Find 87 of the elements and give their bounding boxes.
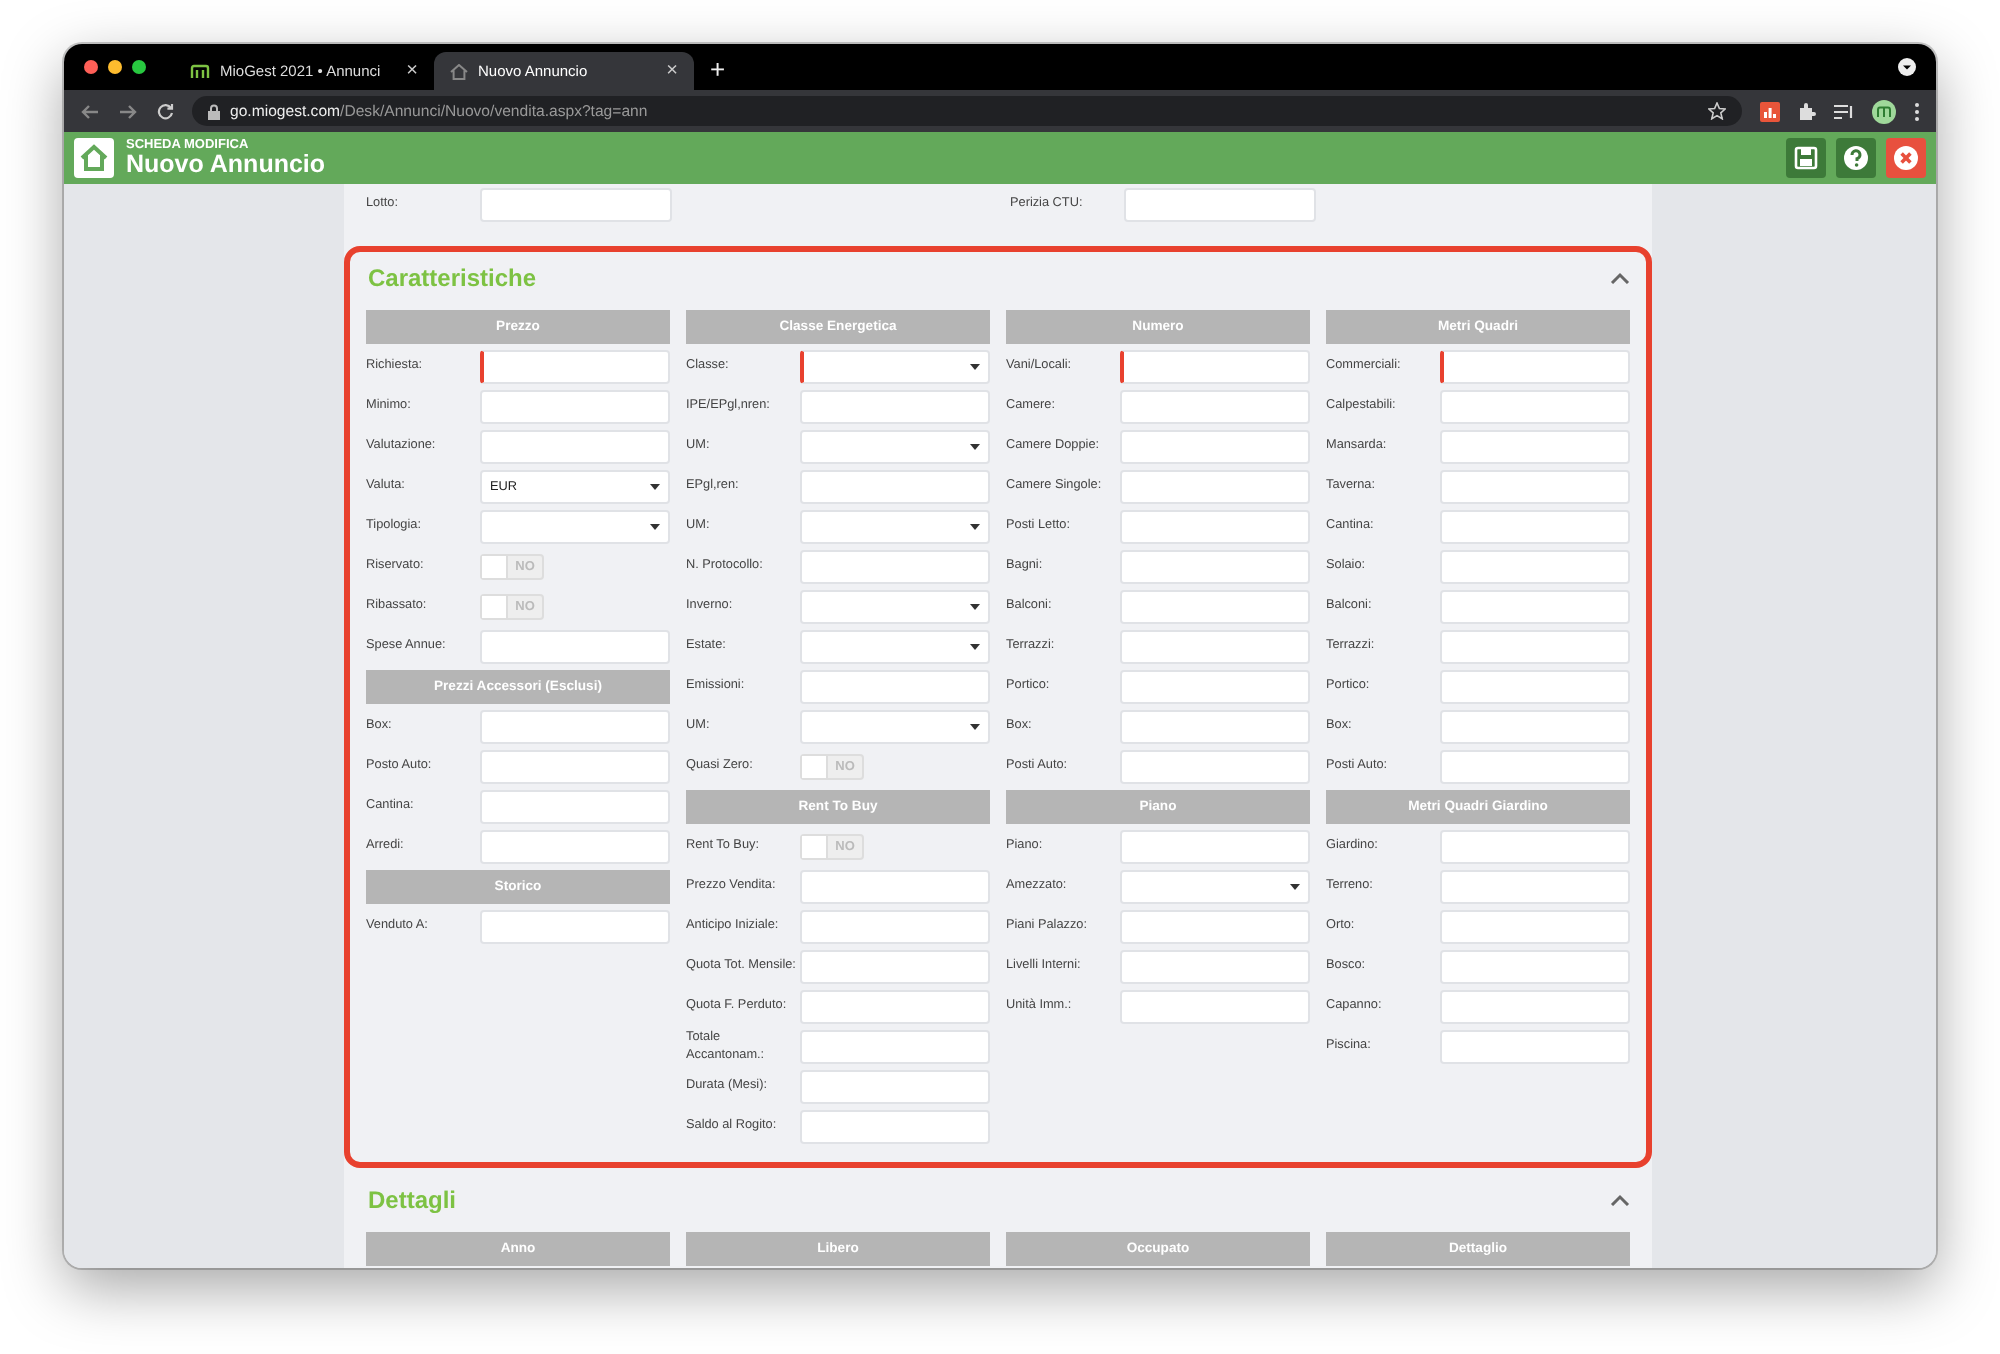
caret-icon bbox=[1290, 884, 1300, 890]
text-field[interactable] bbox=[480, 750, 670, 784]
new-tab-button[interactable]: + bbox=[710, 54, 726, 84]
text-field[interactable] bbox=[800, 870, 990, 904]
text-field[interactable] bbox=[1440, 390, 1630, 424]
text-field[interactable] bbox=[480, 830, 670, 864]
logo-icon bbox=[190, 63, 210, 79]
caret-icon bbox=[970, 444, 980, 450]
caret-icon bbox=[970, 724, 980, 730]
text-field[interactable] bbox=[1440, 670, 1630, 704]
playlist-icon[interactable] bbox=[1834, 103, 1854, 119]
text-field[interactable] bbox=[1440, 870, 1630, 904]
dropdown[interactable] bbox=[800, 350, 990, 384]
caret-icon bbox=[970, 364, 980, 370]
text-field[interactable] bbox=[1120, 950, 1310, 984]
caret-icon bbox=[650, 524, 660, 530]
section-title: Caratteristiche bbox=[368, 263, 537, 291]
text-field[interactable] bbox=[480, 390, 670, 424]
text-field[interactable] bbox=[1440, 510, 1630, 544]
text-field[interactable] bbox=[800, 550, 990, 584]
text-field[interactable] bbox=[800, 670, 990, 704]
text-field[interactable] bbox=[1440, 990, 1630, 1024]
text-field[interactable] bbox=[480, 430, 670, 464]
star-icon[interactable] bbox=[1708, 102, 1726, 120]
text-field[interactable] bbox=[1120, 750, 1310, 784]
text-field[interactable] bbox=[1120, 630, 1310, 664]
text-field[interactable] bbox=[1120, 510, 1310, 544]
caret-icon bbox=[970, 644, 980, 650]
caret-icon bbox=[650, 484, 660, 490]
text-field[interactable] bbox=[1440, 590, 1630, 624]
profile-avatar-icon[interactable] bbox=[1872, 99, 1896, 123]
text-field[interactable] bbox=[1440, 430, 1630, 464]
text-field[interactable] bbox=[1440, 750, 1630, 784]
save-button[interactable] bbox=[1786, 138, 1826, 178]
chevron-icon[interactable] bbox=[1610, 271, 1630, 283]
text-field[interactable] bbox=[1440, 1030, 1630, 1064]
text-field[interactable] bbox=[800, 1070, 990, 1104]
text-field[interactable] bbox=[1120, 590, 1310, 624]
text-field[interactable] bbox=[1120, 550, 1310, 584]
page-title: Nuovo Annuncio bbox=[126, 152, 326, 177]
text-field[interactable] bbox=[1120, 910, 1310, 944]
text-field[interactable] bbox=[1440, 910, 1630, 944]
text-field[interactable] bbox=[1440, 630, 1630, 664]
caret-icon bbox=[970, 604, 980, 610]
extension-icon[interactable] bbox=[1760, 101, 1780, 121]
text-field[interactable] bbox=[1120, 990, 1310, 1024]
text-field[interactable] bbox=[800, 950, 990, 984]
help-button[interactable] bbox=[1836, 138, 1876, 178]
text-field[interactable] bbox=[800, 390, 990, 424]
text-field[interactable] bbox=[1120, 390, 1310, 424]
text-field[interactable] bbox=[1440, 950, 1630, 984]
text-field[interactable] bbox=[1440, 830, 1630, 864]
text-field[interactable] bbox=[1124, 188, 1316, 222]
close-button[interactable] bbox=[1886, 138, 1926, 178]
lock-icon bbox=[208, 103, 220, 119]
forward-icon[interactable] bbox=[118, 103, 138, 119]
menu-icon[interactable] bbox=[1914, 101, 1920, 121]
text-field[interactable] bbox=[800, 1030, 990, 1064]
text-field[interactable] bbox=[480, 710, 670, 744]
house-icon bbox=[450, 63, 468, 79]
text-field[interactable] bbox=[800, 990, 990, 1024]
text-field[interactable] bbox=[1440, 350, 1630, 384]
text-field[interactable] bbox=[1120, 470, 1310, 504]
text-field[interactable] bbox=[480, 188, 672, 222]
back-icon[interactable] bbox=[80, 103, 100, 119]
text-field[interactable] bbox=[1440, 550, 1630, 584]
text-field[interactable] bbox=[480, 350, 670, 384]
tab-search-icon[interactable] bbox=[1898, 58, 1916, 76]
text-field[interactable] bbox=[800, 1110, 990, 1144]
text-field[interactable] bbox=[480, 790, 670, 824]
text-field[interactable] bbox=[1440, 710, 1630, 744]
reload-icon[interactable] bbox=[156, 102, 174, 120]
text-field[interactable] bbox=[1120, 710, 1310, 744]
home-icon[interactable] bbox=[74, 138, 114, 178]
text-field[interactable] bbox=[800, 910, 990, 944]
chevron-icon[interactable] bbox=[1610, 1193, 1630, 1205]
text-field[interactable] bbox=[1440, 470, 1630, 504]
text-field[interactable] bbox=[1120, 670, 1310, 704]
puzzle-icon[interactable] bbox=[1798, 102, 1816, 120]
text-field[interactable] bbox=[800, 470, 990, 504]
section-title: Dettagli bbox=[368, 1185, 457, 1213]
text-field[interactable] bbox=[1120, 430, 1310, 464]
text-field[interactable] bbox=[1120, 350, 1310, 384]
text-field[interactable] bbox=[1120, 830, 1310, 864]
caret-icon bbox=[970, 524, 980, 530]
text-field[interactable] bbox=[480, 910, 670, 944]
text-field[interactable] bbox=[480, 630, 670, 664]
